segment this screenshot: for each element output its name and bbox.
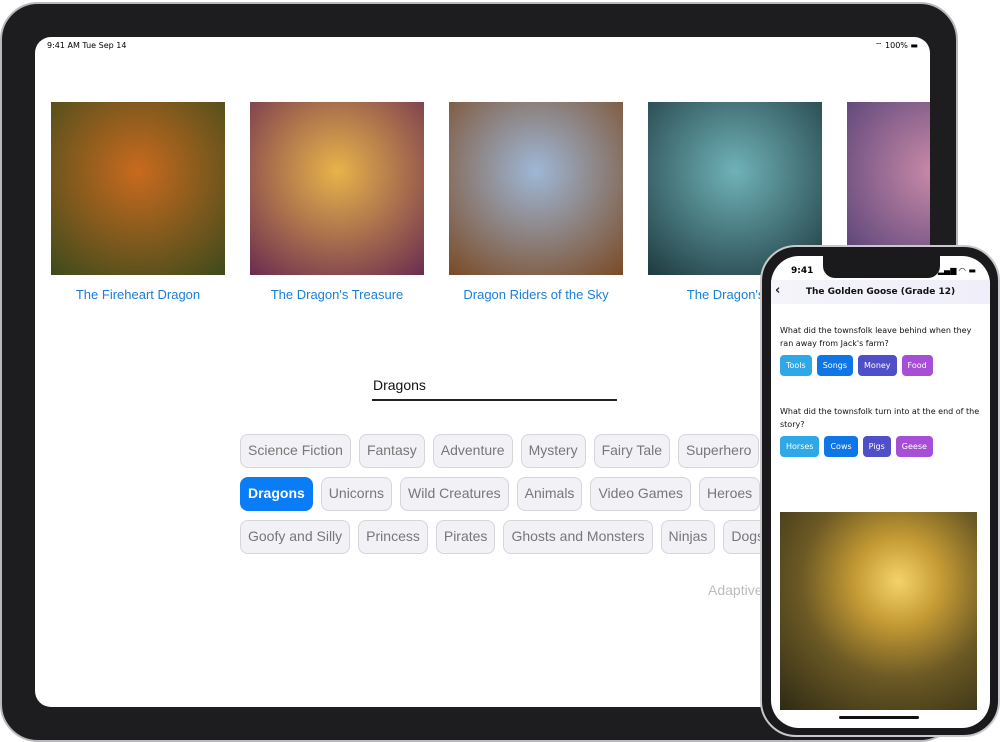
- answer-button[interactable]: Horses: [780, 436, 820, 457]
- tag-chip[interactable]: Heroes: [699, 477, 761, 511]
- tag-chip[interactable]: Mystery: [520, 434, 586, 468]
- answer-button[interactable]: Money: [858, 355, 897, 376]
- tag-chip[interactable]: Wild Creatures: [400, 477, 509, 511]
- answer-button[interactable]: Pigs: [862, 436, 891, 457]
- tag-chip[interactable]: Ghosts and Monsters: [503, 520, 653, 554]
- answer-button[interactable]: Cows: [824, 436, 858, 457]
- tag-list: Science Fiction Fantasy Adventure Mystery Fa…: [240, 434, 773, 563]
- book-card[interactable]: The Fireheart Dragon: [51, 102, 225, 302]
- tag-chip[interactable]: Adventure: [432, 434, 513, 468]
- notch: [823, 256, 940, 278]
- phone-time: 9:41: [791, 266, 814, 276]
- status-bar: 9:41 AM Tue Sep 14 ⌔ 100% ▬: [47, 41, 918, 51]
- tag-chip[interactable]: Unicorns: [320, 477, 393, 511]
- phone-screen: 9:41 ▂▄▆ ◠ ▬ ‹ The Golden Goose (Grade 1…: [771, 256, 990, 728]
- answer-button[interactable]: Tools: [780, 355, 812, 376]
- question-text: What did the townsfolk turn into at the …: [780, 407, 980, 429]
- answer-button[interactable]: Geese: [895, 436, 933, 457]
- answer-options: Horses Cows Pigs Geese: [780, 436, 933, 457]
- home-indicator: [839, 716, 919, 719]
- tag-chip[interactable]: Dragons: [240, 477, 313, 511]
- book-title[interactable]: The Fireheart Dragon: [51, 287, 225, 302]
- story-illustration: [780, 512, 977, 710]
- question-text: What did the townsfolk leave behind when…: [780, 326, 972, 348]
- tag-chip[interactable]: Video Games: [590, 477, 692, 511]
- status-time: 9:41 AM Tue Sep 14: [47, 41, 127, 50]
- back-chevron-icon[interactable]: ‹: [775, 283, 780, 298]
- tag-chip[interactable]: Superhero: [678, 434, 760, 468]
- tag-chip[interactable]: Fantasy: [358, 434, 425, 468]
- tag-chip[interactable]: Fairy Tale: [593, 434, 671, 468]
- phone-device: 9:41 ▂▄▆ ◠ ▬ ‹ The Golden Goose (Grade 1…: [760, 245, 1000, 737]
- answer-options: Tools Songs Money Food: [780, 355, 933, 376]
- book-card[interactable]: The Dragon's Treasure: [250, 102, 424, 302]
- book-cover[interactable]: [250, 102, 424, 275]
- answer-button[interactable]: Food: [901, 355, 933, 376]
- book-title[interactable]: Dragon Riders of the Sky: [449, 287, 623, 302]
- tag-chip[interactable]: Ninjas: [660, 520, 716, 554]
- quiz-title: The Golden Goose (Grade 12): [805, 287, 956, 297]
- book-cover[interactable]: [449, 102, 623, 275]
- tag-chip[interactable]: Princess: [358, 520, 428, 554]
- search-input[interactable]: Dragons: [372, 377, 617, 401]
- adaptive-label: Adaptive: [708, 582, 763, 598]
- answer-button[interactable]: Songs: [816, 355, 854, 376]
- book-cover[interactable]: [51, 102, 225, 275]
- nav-bar: ‹ The Golden Goose (Grade 12): [771, 280, 990, 304]
- signal-wifi-battery-icon: ▂▄▆ ◠ ▬: [937, 266, 976, 275]
- battery-indicator: ⌔ 100% ▬: [874, 41, 918, 50]
- book-title[interactable]: The Dragon's Treasure: [250, 287, 424, 302]
- tag-chip[interactable]: Pirates: [435, 520, 496, 554]
- tag-chip[interactable]: Animals: [516, 477, 583, 511]
- tag-chip[interactable]: Goofy and Silly: [240, 520, 351, 554]
- book-card[interactable]: Dragon Riders of the Sky: [449, 102, 623, 302]
- tag-chip[interactable]: Science Fiction: [240, 434, 351, 468]
